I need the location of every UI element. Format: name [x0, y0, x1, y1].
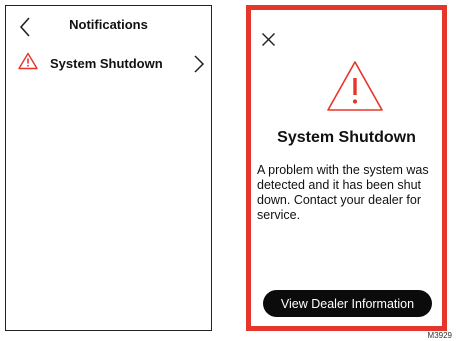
notification-item-system-shutdown[interactable]: System Shutdown — [6, 48, 211, 78]
warning-triangle-icon — [18, 52, 38, 70]
notifications-panel: Notifications System Shutdown — [5, 5, 212, 331]
chevron-right-icon — [194, 55, 205, 73]
view-dealer-information-button[interactable]: View Dealer Information — [263, 290, 432, 317]
close-icon[interactable] — [261, 32, 276, 47]
figure-id: M3929 — [427, 331, 452, 340]
page-title: Notifications — [69, 17, 148, 32]
alert-title: System Shutdown — [277, 129, 416, 146]
warning-triangle-icon — [327, 61, 383, 111]
alert-message: A problem with the system was detected a… — [257, 163, 429, 222]
notification-label: System Shutdown — [50, 56, 163, 71]
alert-card: System Shutdown A problem with the syste… — [251, 10, 442, 326]
alert-panel: System Shutdown A problem with the syste… — [246, 5, 447, 331]
